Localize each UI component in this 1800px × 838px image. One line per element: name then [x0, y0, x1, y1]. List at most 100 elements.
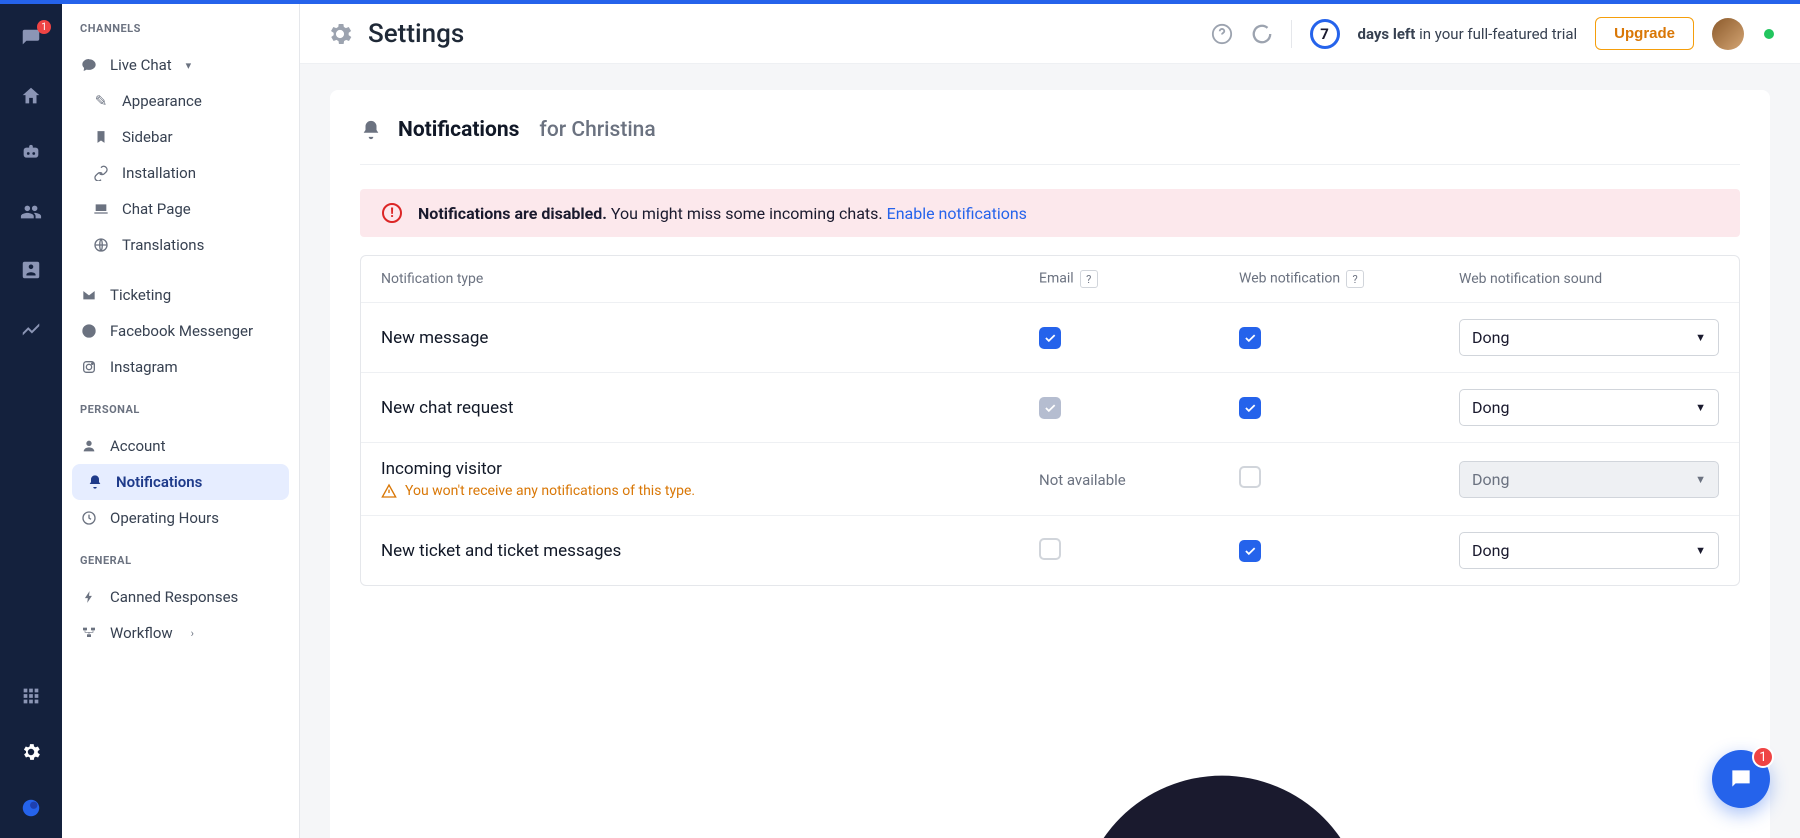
sidebar-section-channels: CHANNELS [62, 4, 299, 47]
table-row: New chat request Dong▼ [361, 373, 1739, 443]
chat-icon [80, 56, 98, 74]
col-web: Web notification? [1239, 270, 1459, 288]
rail-apps-icon[interactable] [17, 682, 45, 710]
bookmark-icon [92, 128, 110, 146]
sound-select[interactable]: Dong▼ [1459, 389, 1719, 426]
sidebar-item-ticketing[interactable]: Ticketing [62, 277, 299, 313]
rail-logo-icon[interactable] [17, 794, 45, 822]
sidebar-item-appearance[interactable]: ✎ Appearance [62, 83, 299, 119]
chat-fab[interactable]: 1 [1712, 750, 1770, 808]
web-checkbox[interactable] [1239, 397, 1261, 419]
sidebar-item-label: Instagram [110, 358, 178, 376]
workflow-icon [80, 624, 98, 642]
user-avatar[interactable] [1712, 18, 1744, 50]
sidebar-item-label: Chat Page [122, 200, 191, 218]
help-icon[interactable] [1211, 23, 1233, 45]
chat-fab-badge: 1 [1752, 746, 1774, 768]
chevron-down-icon: ▾ [186, 59, 192, 72]
sidebar-item-account[interactable]: Account [62, 428, 299, 464]
gear-icon [326, 20, 354, 48]
sidebar-section-general: GENERAL [62, 536, 299, 579]
table-row: Incoming visitor You won't receive any no… [361, 443, 1739, 516]
sidebar-item-label: Notifications [116, 473, 202, 491]
sidebar-item-instagram[interactable]: Instagram [62, 349, 299, 385]
rail-settings-icon[interactable] [17, 738, 45, 766]
refresh-icon[interactable] [1251, 23, 1273, 45]
sidebar-item-label: Canned Responses [110, 588, 238, 606]
sidebar-item-label: Installation [122, 164, 196, 182]
rail-inbox-badge: 1 [37, 20, 51, 34]
link-icon [92, 164, 110, 182]
sidebar-item-label: Ticketing [110, 286, 171, 304]
alert-text: You might miss some incoming chats. [611, 204, 887, 223]
alert-bold: Notifications are disabled. [418, 204, 607, 223]
warning-text: You won't receive any notifications of t… [381, 483, 1039, 499]
sidebar-item-notifications[interactable]: Notifications [72, 464, 289, 500]
sidebar-item-label: Appearance [122, 92, 202, 110]
sidebar-item-label: Account [110, 437, 166, 455]
warning-icon: ! [382, 203, 402, 223]
sidebar-item-installation[interactable]: Installation [62, 155, 299, 191]
rail-contacts-icon[interactable] [17, 256, 45, 284]
sound-select: Dong▼ [1459, 461, 1719, 498]
pencil-icon: ✎ [92, 92, 110, 110]
notifications-title: Notifications [398, 118, 519, 142]
sidebar-item-facebook[interactable]: Facebook Messenger [62, 313, 299, 349]
notification-type: New chat request [381, 398, 1039, 418]
messenger-icon [80, 322, 98, 340]
col-type: Notification type [381, 271, 1039, 287]
notification-type: New message [381, 328, 1039, 348]
sidebar-item-sidebar[interactable]: Sidebar [62, 119, 299, 155]
table-row: New ticket and ticket messages Dong▼ [361, 516, 1739, 585]
rail-analytics-icon[interactable] [17, 314, 45, 342]
notification-type: Incoming visitor [381, 459, 1039, 479]
bell-icon [360, 119, 382, 141]
web-checkbox[interactable] [1239, 540, 1261, 562]
upgrade-button[interactable]: Upgrade [1595, 17, 1694, 50]
web-checkbox[interactable] [1239, 466, 1261, 488]
sidebar-item-label: Facebook Messenger [110, 322, 253, 340]
divider [1291, 20, 1292, 48]
sidebar-item-translations[interactable]: Translations [62, 227, 299, 263]
bell-icon [86, 473, 104, 491]
sidebar-item-canned[interactable]: Canned Responses [62, 579, 299, 615]
sidebar-item-live-chat[interactable]: Live Chat ▾ [62, 47, 299, 83]
laptop-icon [92, 200, 110, 218]
mail-icon [80, 286, 98, 304]
notification-type: New ticket and ticket messages [381, 541, 1039, 561]
sidebar-item-label: Operating Hours [110, 509, 219, 527]
bolt-icon [80, 588, 98, 606]
notifications-table: Notification type Email? Web notificatio… [360, 255, 1740, 586]
instagram-icon [80, 358, 98, 376]
sidebar-item-label: Workflow [110, 624, 173, 642]
sidebar-item-label: Translations [122, 236, 204, 254]
rail-home-icon[interactable] [17, 82, 45, 110]
chevron-right-icon: › [191, 627, 194, 640]
sidebar-item-operating-hours[interactable]: Operating Hours [62, 500, 299, 536]
presence-indicator [1764, 29, 1774, 39]
sidebar-item-chat-page[interactable]: Chat Page [62, 191, 299, 227]
col-sound: Web notification sound [1459, 271, 1719, 287]
not-available-text: Not available [1039, 471, 1126, 489]
rail-inbox-icon[interactable]: 1 [17, 24, 45, 52]
sidebar-item-workflow[interactable]: Workflow › [62, 615, 299, 651]
help-icon[interactable]: ? [1346, 270, 1364, 288]
help-icon[interactable]: ? [1080, 270, 1098, 288]
icon-rail: 1 [0, 4, 62, 838]
clock-icon [80, 509, 98, 527]
sound-select[interactable]: Dong▼ [1459, 532, 1719, 569]
sidebar-item-label: Live Chat [110, 56, 172, 74]
page-title: Settings [368, 19, 464, 49]
mail-forward-icon [360, 632, 1509, 838]
col-email: Email? [1039, 270, 1239, 288]
web-checkbox[interactable] [1239, 327, 1261, 349]
rail-bot-icon[interactable] [17, 140, 45, 168]
notifications-disabled-alert: ! Notifications are disabled. You might … [360, 189, 1740, 237]
sound-select[interactable]: Dong▼ [1459, 319, 1719, 356]
trial-text: days left in your full-featured trial [1358, 25, 1578, 43]
email-checkbox[interactable] [1039, 538, 1061, 560]
table-row: New message Dong▼ [361, 303, 1739, 373]
enable-notifications-link[interactable]: Enable notifications [887, 204, 1027, 223]
rail-people-icon[interactable] [17, 198, 45, 226]
email-checkbox[interactable] [1039, 327, 1061, 349]
